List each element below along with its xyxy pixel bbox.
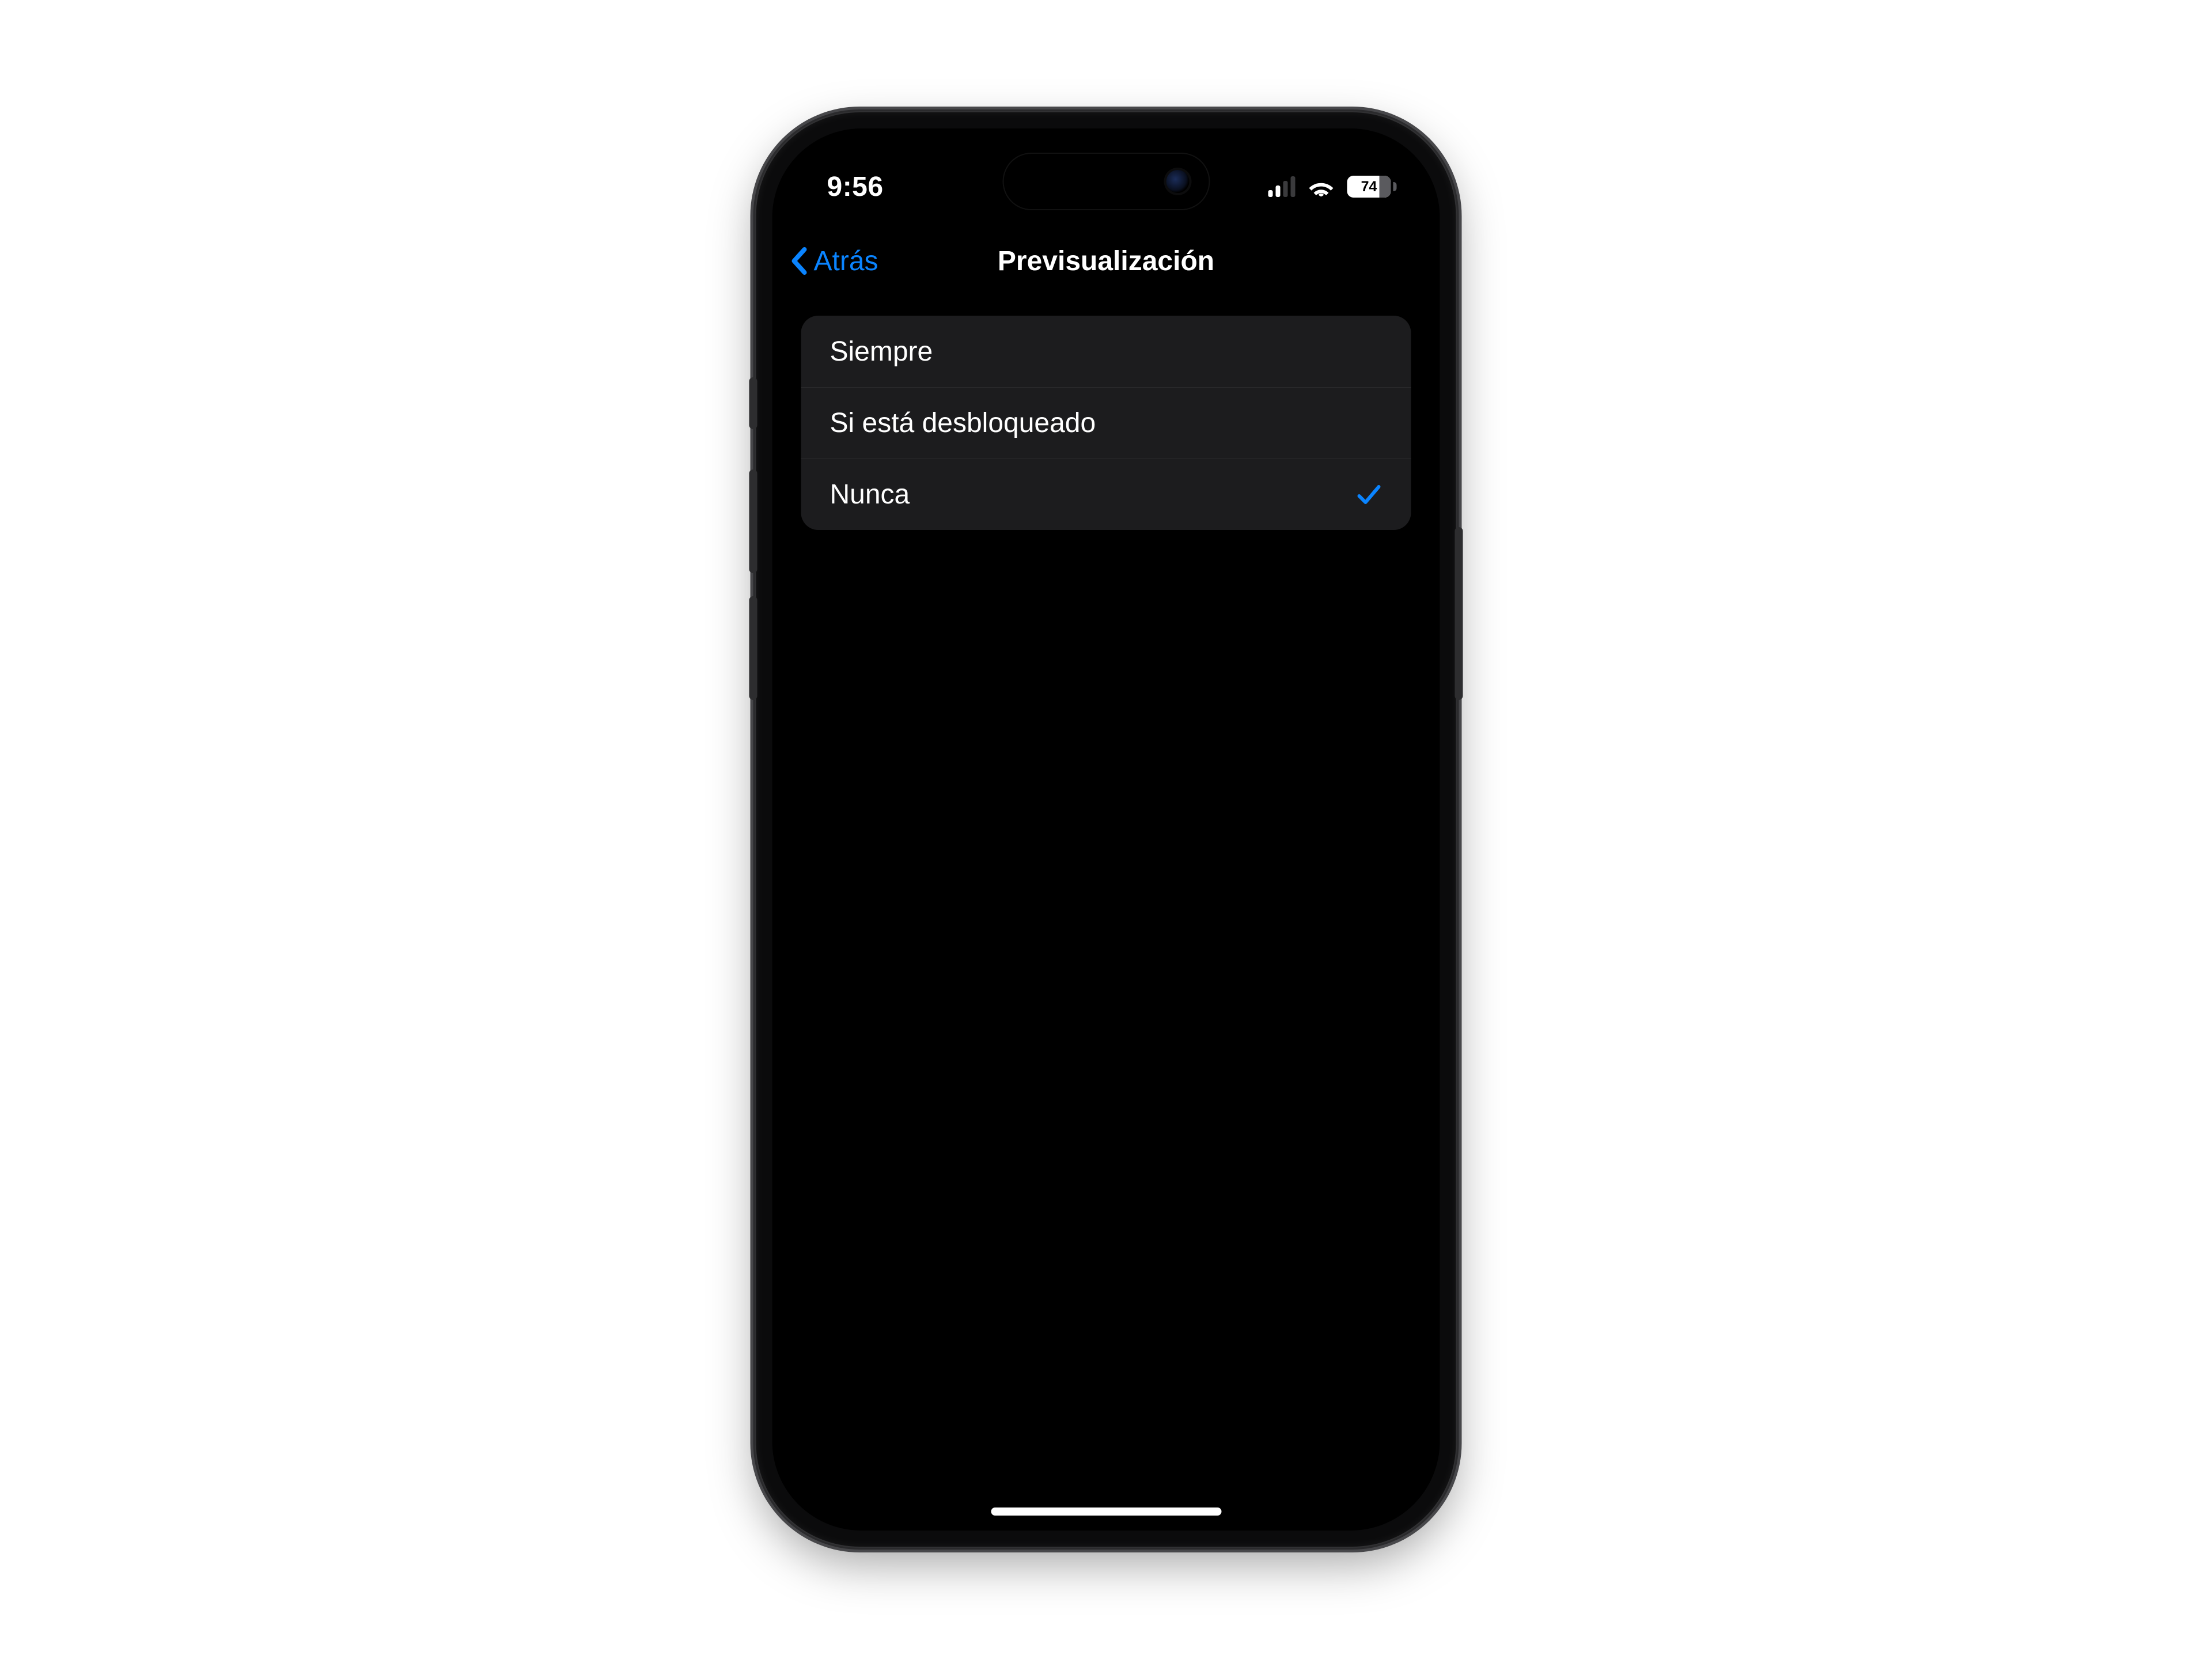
option-label: Si está desbloqueado	[830, 407, 1096, 439]
volume-up-button	[749, 469, 757, 573]
status-time: 9:56	[827, 171, 884, 203]
nav-bar: Atrás Previsualización	[772, 226, 1440, 296]
home-indicator[interactable]	[991, 1508, 1221, 1516]
front-camera-icon	[1166, 170, 1189, 193]
dynamic-island	[1002, 153, 1210, 210]
canvas: 9:56 74	[0, 0, 2212, 1659]
option-when-unlocked[interactable]: Si está desbloqueado	[801, 387, 1411, 459]
volume-down-button	[749, 596, 757, 700]
option-label: Siempre	[830, 336, 933, 368]
preview-option-list: Siempre Si está desbloqueado Nunca	[801, 316, 1411, 530]
option-never[interactable]: Nunca	[801, 459, 1411, 530]
battery-indicator: 74	[1347, 176, 1397, 198]
option-label: Nunca	[830, 479, 910, 510]
page-title: Previsualización	[772, 245, 1440, 277]
checkmark-icon	[1356, 482, 1382, 508]
screen: 9:56 74	[772, 128, 1440, 1531]
battery-percent: 74	[1347, 179, 1391, 195]
wifi-icon	[1307, 176, 1336, 197]
mute-switch	[749, 377, 757, 429]
option-always[interactable]: Siempre	[801, 316, 1411, 387]
cellular-signal-icon	[1268, 176, 1296, 197]
phone-frame: 9:56 74	[756, 112, 1456, 1547]
power-button	[1455, 527, 1463, 700]
